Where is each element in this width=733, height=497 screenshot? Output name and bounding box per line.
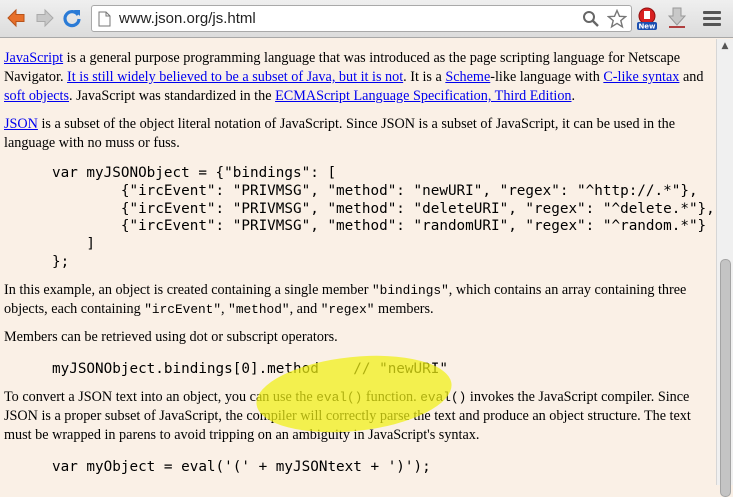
- back-arrow-icon: [7, 8, 25, 28]
- download-arrow-icon: [667, 7, 687, 28]
- page-icon: [98, 11, 111, 27]
- scheme-link[interactable]: Scheme: [445, 69, 490, 85]
- forward-button[interactable]: [34, 7, 56, 29]
- url-text: www.json.org/js.html: [119, 10, 256, 27]
- inline-code: eval(): [316, 389, 363, 405]
- download-extension-button[interactable]: [667, 7, 687, 34]
- json-link[interactable]: JSON: [4, 116, 38, 132]
- members-paragraph: Members can be retrieved using dot or su…: [4, 328, 338, 345]
- ecmascript-spec-link[interactable]: ECMAScript Language Specification, Third…: [275, 88, 571, 104]
- browser-toolbar: www.json.org/js.html New: [0, 0, 733, 38]
- json-paragraph: JSON is a subset of the object literal n…: [4, 116, 676, 151]
- intro-paragraph: JavaScript is a general purpose programm…: [4, 50, 704, 104]
- javascript-link[interactable]: JavaScript: [4, 50, 63, 66]
- bookmark-star-icon[interactable]: [607, 9, 627, 29]
- inline-code: "regex": [320, 301, 375, 317]
- soft-objects-link[interactable]: soft objects: [4, 88, 69, 104]
- reload-button[interactable]: [61, 7, 83, 29]
- search-icon[interactable]: [582, 10, 600, 28]
- code-block-object-literal: var myJSONObject = {"bindings": [ {"ircE…: [52, 165, 715, 270]
- inline-code: "method": [228, 301, 290, 317]
- vertical-scrollbar[interactable]: ▲: [716, 39, 733, 497]
- reload-icon: [63, 10, 81, 28]
- subset-of-java-link[interactable]: It is still widely believed to be a subs…: [67, 69, 403, 85]
- eval-paragraph: To convert a JSON text into an object, y…: [4, 388, 691, 443]
- inline-code: "bindings": [371, 282, 449, 298]
- code-block-eval: var myObject = eval('(' + myJSONtext + '…: [52, 458, 431, 475]
- inline-code: "ircEvent": [144, 301, 222, 317]
- address-bar[interactable]: www.json.org/js.html: [91, 5, 632, 32]
- scroll-up-arrow-icon[interactable]: ▲: [717, 41, 733, 53]
- code-block-member-access: myJSONObject.bindings[0].method // "newU…: [52, 360, 448, 377]
- c-like-syntax-link[interactable]: C-like syntax: [603, 69, 679, 85]
- scrollbar-thumb[interactable]: [720, 259, 731, 497]
- extension-badge-label: New: [638, 23, 656, 31]
- example-paragraph: In this example, an object is created co…: [4, 281, 687, 317]
- forward-arrow-icon: [36, 8, 54, 28]
- page-content: JavaScript is a general purpose programm…: [4, 39, 715, 485]
- extension-new-button[interactable]: New: [636, 7, 658, 36]
- wrench-menu-icon[interactable]: [703, 11, 721, 29]
- back-button[interactable]: [5, 7, 27, 29]
- inline-code: eval(): [420, 389, 467, 405]
- extension-badge-icon: New: [637, 7, 657, 31]
